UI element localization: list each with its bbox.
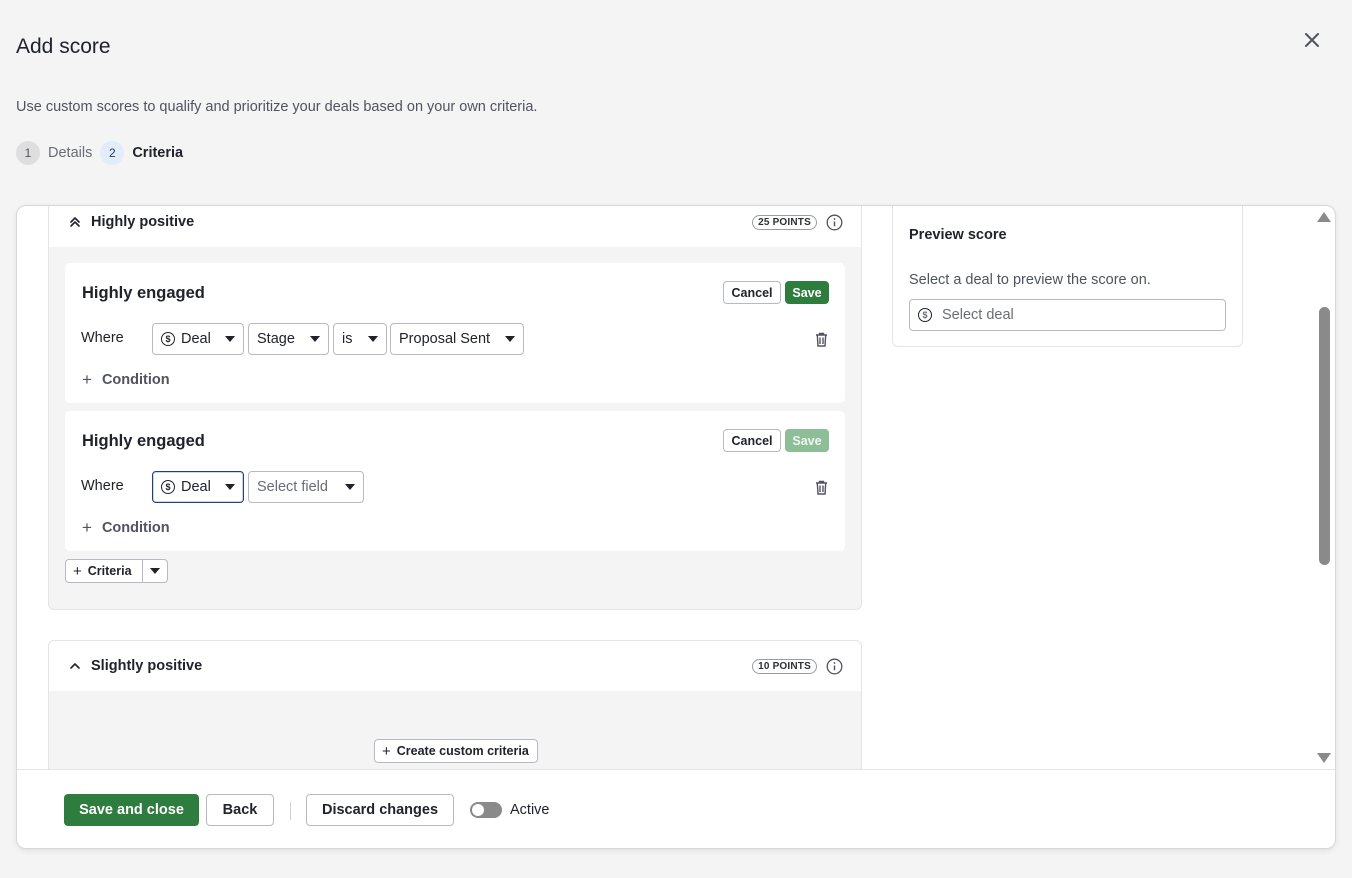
cancel-button[interactable]: Cancel (723, 429, 781, 452)
add-criteria-menu-button[interactable] (143, 560, 167, 582)
create-custom-criteria-button[interactable]: + Create custom criteria (374, 739, 538, 763)
toggle-knob (472, 804, 484, 816)
chevron-down-icon (345, 484, 355, 490)
add-criteria-split-button: + Criteria (65, 559, 168, 583)
trash-icon (815, 332, 827, 347)
group-slightly-positive: Slightly positive 10 POINTS + Create cus… (48, 640, 862, 769)
dollar-icon: $ (918, 308, 932, 322)
add-condition-label: Condition (101, 372, 170, 388)
delete-condition-button[interactable] (813, 479, 829, 495)
group-title: Slightly positive (91, 658, 203, 674)
field-value: Stage (257, 331, 295, 347)
score-editor-card: Highly positive 25 POINTS Highly engaged… (16, 205, 1336, 849)
plus-icon: + (82, 370, 92, 389)
where-label: Where (81, 330, 124, 346)
group-title: Highly positive (91, 214, 195, 230)
info-icon[interactable] (825, 213, 843, 231)
step-label-criteria[interactable]: Criteria (132, 145, 183, 161)
preview-panel: Preview score Select a deal to preview t… (892, 206, 1243, 347)
operator-dropdown[interactable]: is (333, 323, 387, 355)
select-deal-placeholder: Select deal (942, 307, 1014, 323)
footer-divider (290, 802, 291, 820)
chevron-down-icon (368, 336, 378, 342)
criteria-card: Highly engaged Cancel Save Where $ Deal … (65, 263, 845, 403)
trash-icon (815, 480, 827, 495)
criteria-title: Highly engaged (82, 432, 205, 450)
object-value: Deal (181, 331, 211, 347)
dialog-title: Add score (16, 35, 111, 58)
object-dropdown[interactable]: $ Deal (152, 323, 244, 355)
preview-description: Select a deal to preview the score on. (909, 272, 1151, 288)
active-toggle[interactable] (470, 802, 502, 818)
save-and-close-button[interactable]: Save and close (64, 794, 199, 826)
scroll-area: Highly positive 25 POINTS Highly engaged… (17, 206, 1335, 769)
back-button[interactable]: Back (206, 794, 274, 826)
group-highly-positive: Highly positive 25 POINTS Highly engaged… (48, 206, 862, 610)
scrollbar-thumb[interactable] (1319, 307, 1330, 565)
value-value: Proposal Sent (399, 331, 491, 347)
object-dropdown[interactable]: $ Deal (152, 471, 244, 503)
object-value: Deal (181, 479, 211, 495)
select-deal-input[interactable]: $ Select deal (909, 299, 1226, 331)
add-criteria-button[interactable]: + Criteria (66, 560, 143, 582)
dialog-subtitle: Use custom scores to qualify and priorit… (16, 99, 538, 115)
group-header[interactable]: Highly positive 25 POINTS (49, 206, 861, 247)
info-icon[interactable] (825, 657, 843, 675)
active-toggle-label: Active (510, 802, 550, 818)
operator-value: is (342, 331, 353, 347)
step-number-criteria: 2 (100, 141, 125, 165)
chevron-down-icon (225, 336, 235, 342)
dollar-icon: $ (161, 480, 175, 494)
stepper: 1 Details 2 Criteria (16, 141, 191, 165)
scroll-down-arrow-icon[interactable] (1317, 753, 1331, 763)
add-condition-button[interactable]: + Condition (82, 518, 170, 538)
delete-condition-button[interactable] (813, 331, 829, 347)
vertical-scrollbar[interactable] (1315, 206, 1335, 769)
close-icon (1305, 33, 1319, 47)
add-condition-label: Condition (101, 520, 170, 536)
footer: Save and close Back Discard changes Acti… (17, 769, 1335, 848)
add-criteria-label: Criteria (87, 564, 132, 578)
chevron-down-icon (505, 336, 515, 342)
discard-changes-button[interactable]: Discard changes (306, 794, 454, 826)
field-dropdown[interactable]: Stage (248, 323, 329, 355)
save-button-disabled[interactable]: Save (785, 429, 829, 452)
field-placeholder: Select field (257, 479, 328, 495)
chevron-down-icon (225, 484, 235, 490)
field-dropdown[interactable]: Select field (248, 471, 364, 503)
points-badge: 10 POINTS (752, 658, 817, 674)
add-condition-button[interactable]: + Condition (82, 370, 170, 390)
group-header[interactable]: Slightly positive 10 POINTS (49, 641, 861, 691)
collapse-chevron-up-icon[interactable] (67, 658, 83, 674)
chevron-down-icon (310, 336, 320, 342)
save-button[interactable]: Save (785, 281, 829, 304)
preview-title: Preview score (909, 227, 1007, 243)
collapse-double-chevron-up-icon[interactable] (67, 214, 83, 230)
criteria-card: Highly engaged Cancel Save Where $ Deal … (65, 411, 845, 551)
dollar-icon: $ (161, 332, 175, 346)
close-button[interactable] (1300, 28, 1324, 52)
scroll-up-arrow-icon[interactable] (1317, 212, 1331, 222)
create-custom-criteria-label: Create custom criteria (396, 744, 529, 758)
where-label: Where (81, 478, 124, 494)
chevron-down-icon (149, 568, 160, 574)
step-label-details[interactable]: Details (48, 145, 92, 161)
criteria-title: Highly engaged (82, 284, 205, 302)
step-number-details: 1 (16, 141, 40, 165)
cancel-button[interactable]: Cancel (723, 281, 781, 304)
value-dropdown[interactable]: Proposal Sent (390, 323, 524, 355)
plus-icon: + (382, 742, 391, 760)
plus-icon: + (82, 518, 92, 537)
plus-icon: + (73, 562, 82, 580)
points-badge: 25 POINTS (752, 214, 817, 230)
